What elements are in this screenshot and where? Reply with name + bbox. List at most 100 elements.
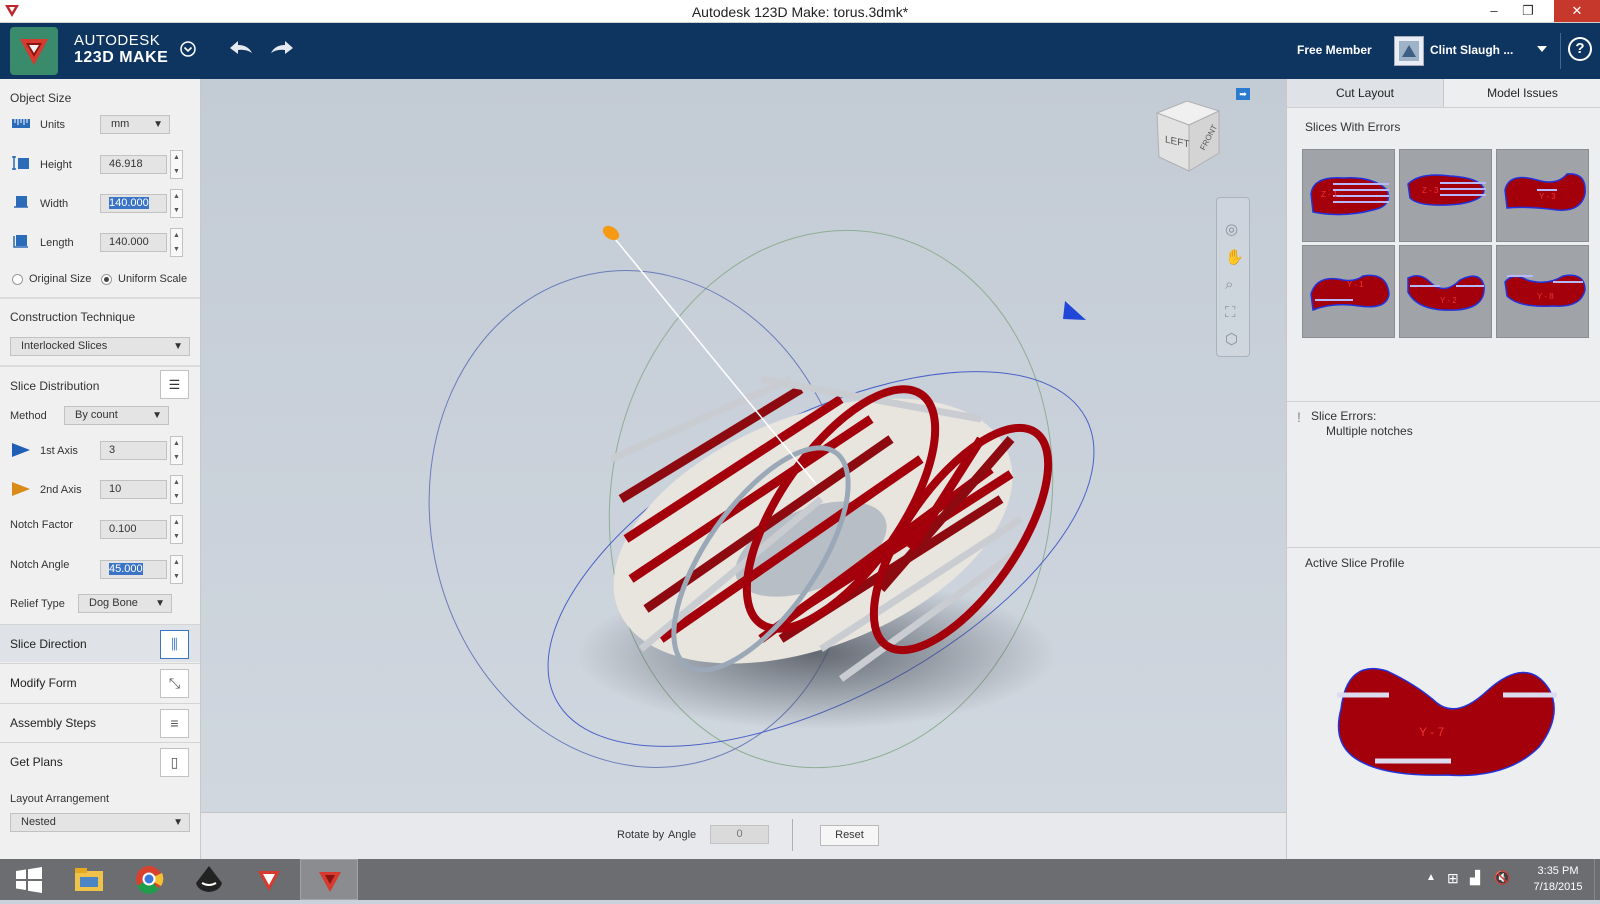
tray-windows-icon[interactable]: ⊞: [1447, 870, 1459, 887]
notch-factor-input[interactable]: 0.100: [100, 520, 167, 539]
axis2-input[interactable]: 10: [100, 480, 167, 499]
height-input[interactable]: 46.918: [100, 155, 167, 174]
active-slice-label: Y - 7: [1419, 725, 1445, 739]
folder-icon: [75, 868, 103, 891]
maximize-button[interactable]: ❐: [1512, 0, 1544, 22]
length-stepper[interactable]: ▲ ▼: [170, 228, 183, 257]
app-menu-chevron-icon[interactable]: [180, 41, 196, 57]
reset-button[interactable]: Reset: [820, 825, 879, 846]
error-slice-thumb[interactable]: Y - 8: [1496, 245, 1589, 338]
layout-arrangement-select[interactable]: Nested ▼: [10, 813, 190, 832]
nav-get-plans[interactable]: Get Plans ▯: [0, 742, 200, 780]
layout-arrangement-label: Layout Arrangement: [10, 793, 110, 805]
show-desktop-button[interactable]: [1594, 859, 1600, 900]
logo-icon: [20, 39, 48, 65]
object-size-title: Object Size: [10, 91, 72, 105]
get-plans-icon: ▯: [160, 748, 189, 777]
error-slice-thumb[interactable]: Z - 1: [1302, 149, 1395, 242]
length-icon: [13, 235, 28, 248]
taskbar-123d-make[interactable]: [300, 859, 358, 900]
axis1-label: 1st Axis: [40, 445, 78, 457]
relief-type-label: Relief Type: [10, 598, 65, 610]
avatar[interactable]: [1394, 36, 1424, 66]
uniform-scale-label: Uniform Scale: [118, 273, 188, 285]
relief-type-select[interactable]: Dog Bone ▼: [78, 594, 172, 613]
brand-autodesk: AUTODESK: [74, 32, 161, 49]
ruler-icon: [12, 119, 30, 128]
volume-muted-icon[interactable]: 🔇: [1494, 870, 1510, 886]
method-label: Method: [10, 410, 47, 422]
axis1-stepper[interactable]: ▲ ▼: [170, 436, 183, 465]
start-button[interactable]: [0, 859, 58, 900]
taskbar-123d-app[interactable]: [240, 859, 298, 900]
list-icon: ☰: [168, 377, 181, 392]
notch-factor-stepper[interactable]: ▲ ▼: [170, 515, 183, 544]
app-logo[interactable]: [10, 27, 58, 75]
taskbar-chrome[interactable]: [120, 859, 178, 900]
nav-modify-form[interactable]: Modify Form ⤡: [0, 663, 200, 701]
width-icon: [14, 196, 28, 208]
fit-view-icon[interactable]: ⛶: [1225, 304, 1236, 321]
username[interactable]: Clint Slaugh ...: [1430, 43, 1513, 57]
tray-chevron-icon[interactable]: ▲: [1426, 872, 1436, 883]
redo-icon[interactable]: [269, 39, 295, 57]
height-stepper[interactable]: ▲ ▼: [170, 150, 183, 179]
close-button[interactable]: ✕: [1554, 0, 1600, 22]
construction-select[interactable]: Interlocked Slices ▼: [10, 337, 190, 356]
user-menu-chevron-icon[interactable]: [1536, 45, 1548, 53]
tab-model-issues[interactable]: Model Issues: [1444, 79, 1600, 107]
axis1-input[interactable]: 3: [100, 441, 167, 460]
error-slice-thumb[interactable]: Y - 1: [1302, 245, 1395, 338]
height-label: Height: [40, 159, 72, 171]
error-slice-thumb[interactable]: Z - 3: [1399, 149, 1492, 242]
clock[interactable]: 3:35 PM 7/18/2015: [1528, 863, 1588, 895]
divider: [792, 819, 793, 851]
right-panel: Cut Layout Model Issues Slices With Erro…: [1286, 79, 1600, 859]
axis2-icon: [12, 482, 30, 496]
slice-direction-icon: ⫼: [160, 630, 189, 659]
taskbar-file-explorer[interactable]: [60, 859, 118, 900]
panel-toggle-icon[interactable]: ➡: [1236, 88, 1250, 100]
axis2-stepper[interactable]: ▲ ▼: [170, 475, 183, 504]
width-input[interactable]: 140.000: [100, 194, 167, 213]
original-size-radio[interactable]: [12, 274, 23, 285]
notch-angle-input[interactable]: 45.000: [100, 560, 167, 579]
modify-form-icon: ⤡: [160, 669, 189, 698]
active-slice-profile[interactable]: Y - 7: [1327, 659, 1567, 789]
torus-model[interactable]: [201, 79, 1286, 812]
distribution-options-button[interactable]: ☰: [160, 370, 189, 399]
network-icon[interactable]: ▟: [1470, 870, 1480, 886]
error-slice-thumb[interactable]: Y - 2: [1399, 245, 1492, 338]
width-stepper[interactable]: ▲ ▼: [170, 189, 183, 218]
help-button[interactable]: ?: [1568, 37, 1592, 61]
undo-icon[interactable]: [228, 39, 254, 57]
orbit-icon[interactable]: ◎: [1225, 220, 1238, 238]
taskbar-inkscape[interactable]: [180, 859, 238, 900]
brand-product: 123D MAKE: [74, 49, 169, 66]
3d-viewport[interactable]: LEFT FRONT ➡ ◎ ✋ ⌕ ⛶ ⬡: [201, 79, 1286, 812]
height-icon: [12, 156, 29, 170]
app-header: AUTODESK 123D MAKE Free Member Clint Sla…: [0, 23, 1600, 79]
method-select[interactable]: By count ▼: [64, 406, 169, 425]
inkscape-icon: [196, 866, 222, 892]
width-label: Width: [40, 198, 69, 210]
tab-cut-layout[interactable]: Cut Layout: [1287, 79, 1444, 107]
units-select[interactable]: mm ▼: [100, 115, 170, 134]
taskbar: ▲ ⊞ ▟ 🔇 3:35 PM 7/18/2015: [0, 859, 1600, 900]
nav-assembly-steps[interactable]: Assembly Steps ≡: [0, 703, 200, 741]
axis2-label: 2nd Axis: [40, 484, 82, 496]
membership-label: Free Member: [1297, 43, 1372, 57]
error-slice-thumb[interactable]: Y - 3: [1496, 149, 1589, 242]
clock-date: 7/18/2015: [1533, 881, 1583, 893]
minimize-button[interactable]: –: [1478, 0, 1510, 22]
view-cube[interactable]: LEFT FRONT: [1151, 97, 1223, 175]
123d-icon: [258, 871, 280, 891]
angle-input[interactable]: 0: [710, 825, 769, 844]
uniform-scale-radio[interactable]: [101, 274, 112, 285]
pan-icon[interactable]: ✋: [1225, 248, 1244, 266]
length-input[interactable]: 140.000: [100, 233, 167, 252]
nav-slice-direction[interactable]: Slice Direction ⫼: [0, 624, 200, 662]
home-view-icon[interactable]: ⬡: [1225, 330, 1238, 348]
notch-angle-stepper[interactable]: ▲ ▼: [170, 555, 183, 584]
zoom-icon[interactable]: ⌕: [1225, 276, 1233, 293]
